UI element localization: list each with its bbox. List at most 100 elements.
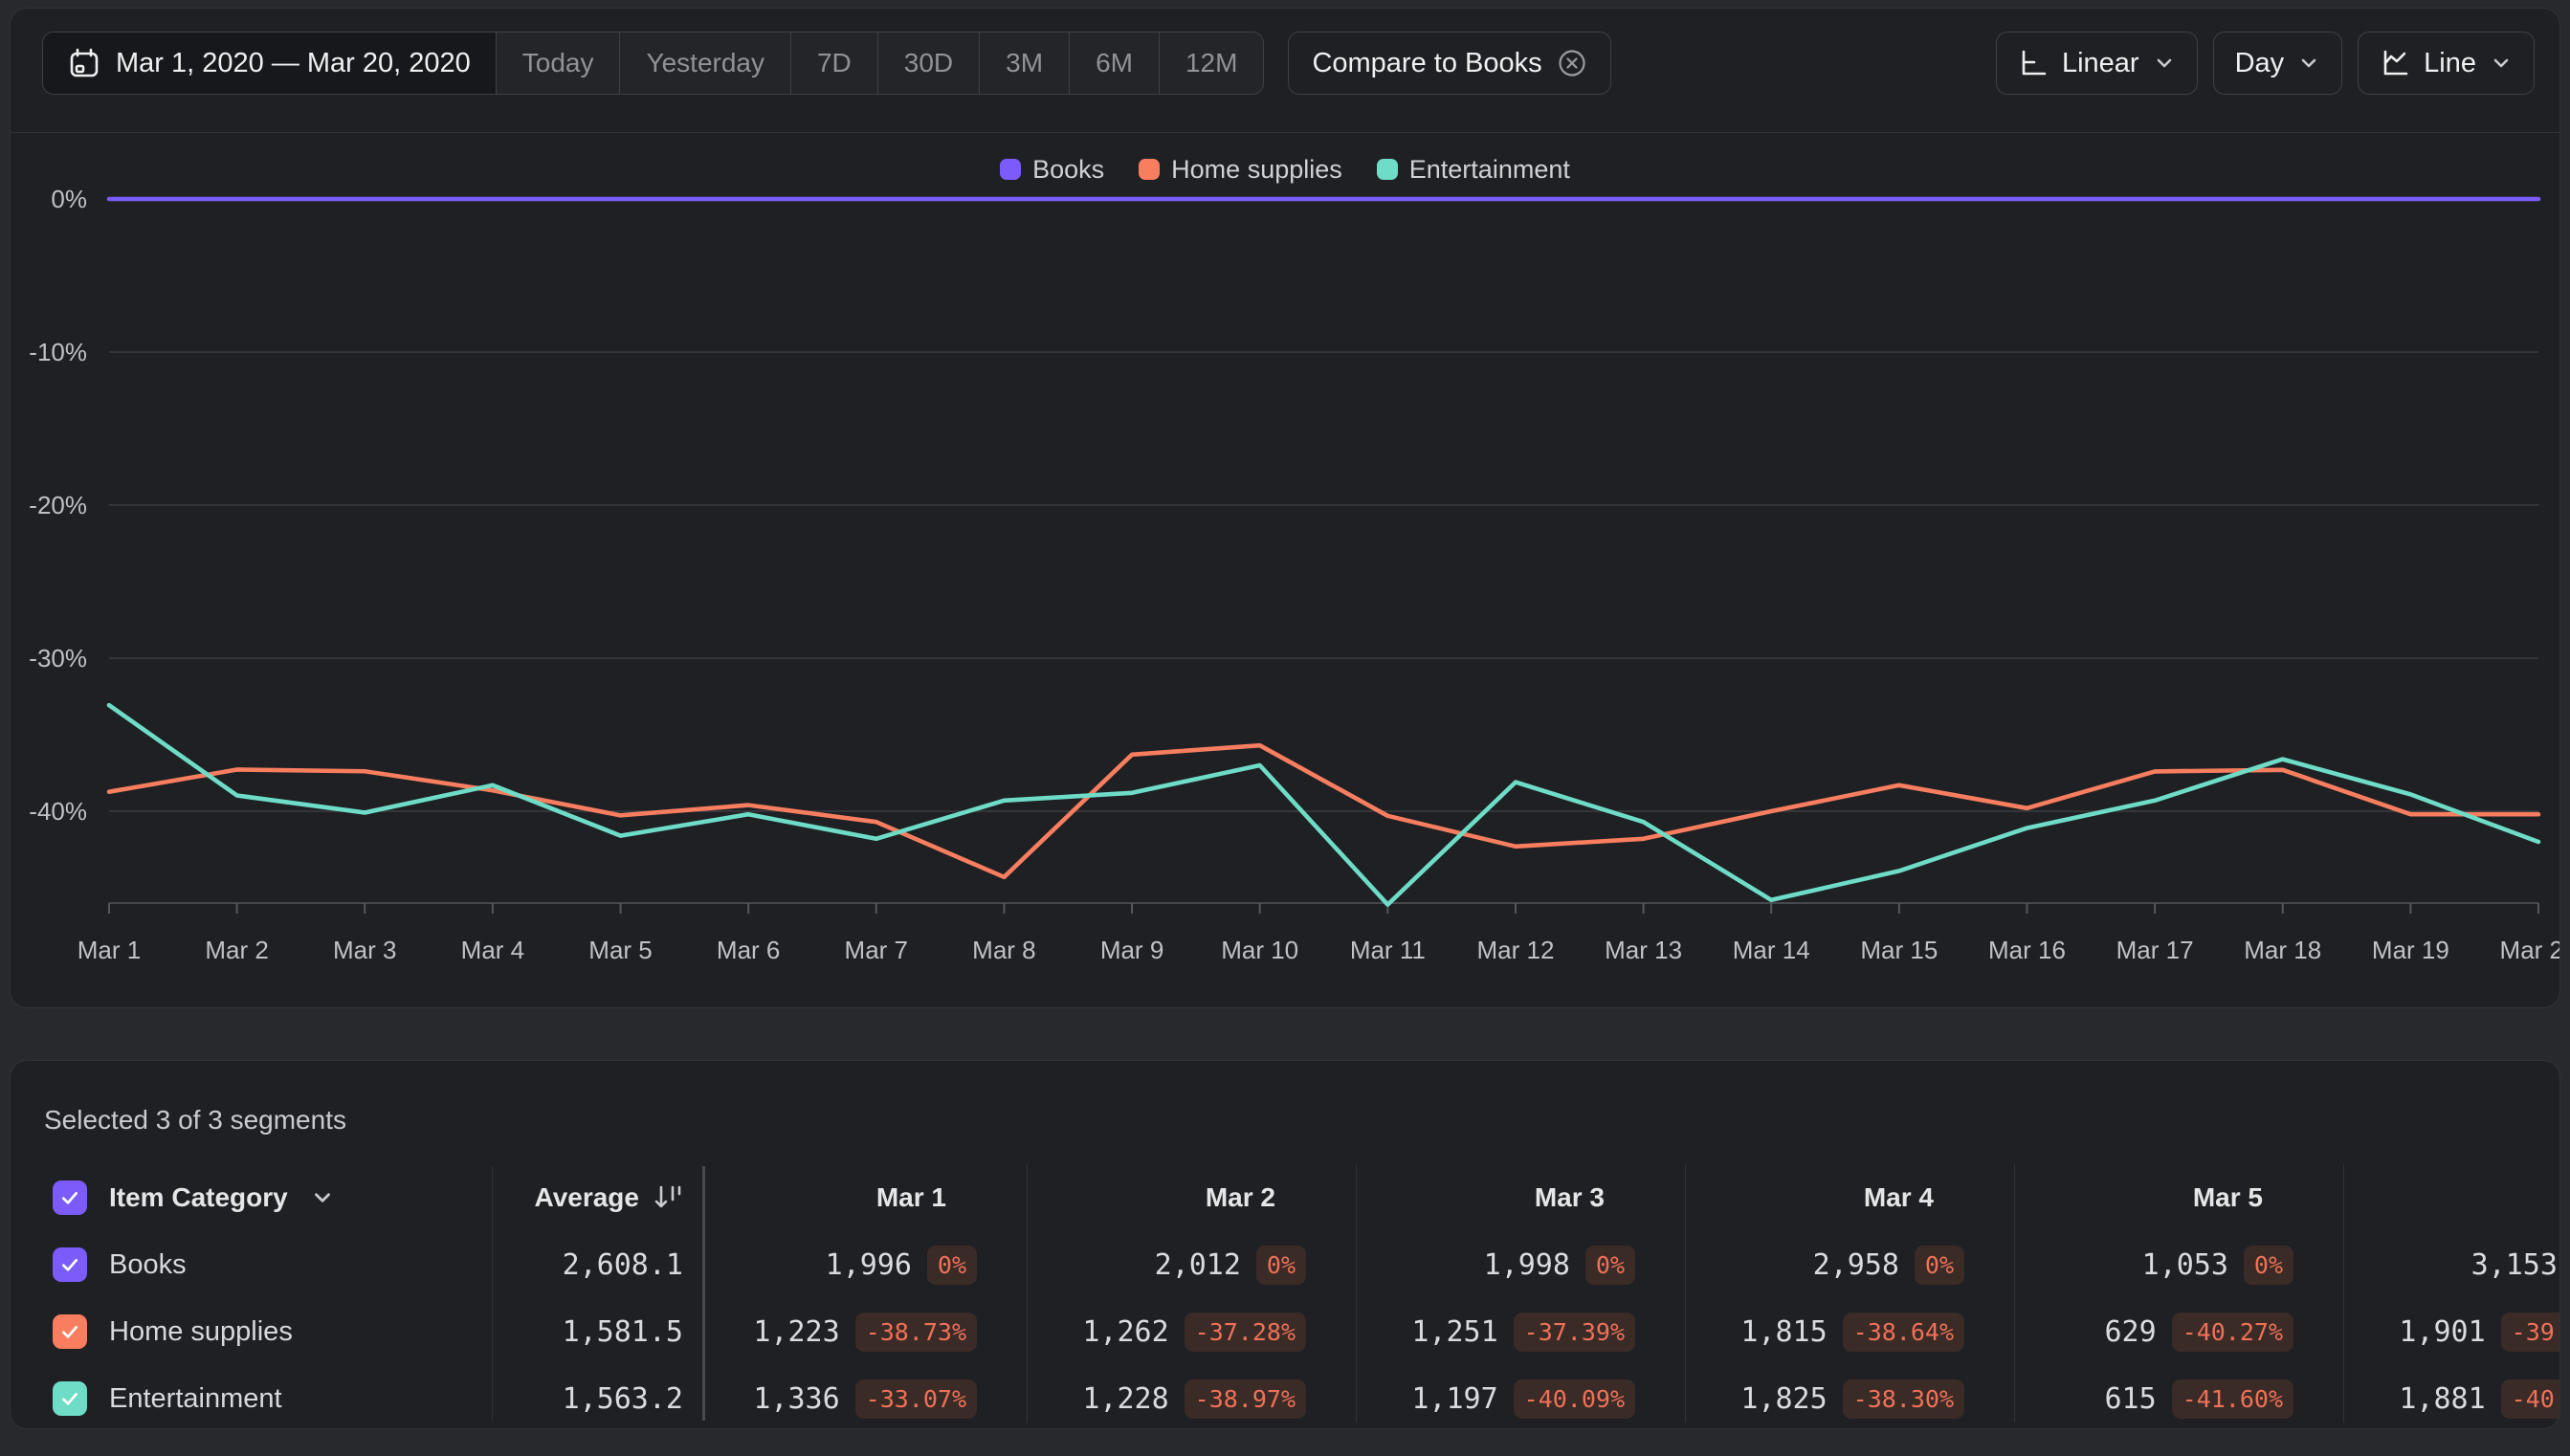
day-value-cell: 1,228 -38.97% (1028, 1365, 1356, 1423)
x-axis-tick-label: Mar 8 (972, 936, 1035, 964)
x-axis-tick-label: Mar 7 (845, 936, 908, 964)
x-axis-tick-label: Mar 19 (2372, 936, 2449, 964)
day-columns-scroll-area[interactable]: Mar 1 1,996 0% 1,223 -38.73% 1,336 -33.07% Mar … (706, 1164, 2559, 1423)
preset-7d[interactable]: 7D (791, 33, 878, 94)
preset-30d[interactable]: 30D (878, 33, 981, 94)
segment-row-entertainment: Entertainment (53, 1365, 454, 1428)
preset-3m[interactable]: 3M (980, 33, 1071, 94)
percent-change-badge: -41.60% (2171, 1379, 2293, 1419)
date-range-label: Mar 1, 2020 — Mar 20, 2020 (116, 47, 471, 78)
granularity-dropdown[interactable]: Day (2212, 32, 2343, 95)
average-header-label: Average (534, 1182, 639, 1212)
day-value: 1,996 (825, 1247, 912, 1282)
granularity-dropdown-label: Day (2234, 47, 2285, 78)
frozen-column-divider (702, 1166, 705, 1421)
average-value: 1,563.2 (562, 1381, 683, 1416)
day-value-cell: 1,262 -37.28% (1028, 1298, 1356, 1365)
day-value: 1,998 (1483, 1247, 1570, 1282)
date-range-button[interactable]: Mar 1, 2020 — Mar 20, 2020 (43, 33, 497, 94)
percent-change-badge: -40.09% (1513, 1379, 1635, 1419)
sort-descending-icon[interactable] (651, 1181, 683, 1214)
day-value-cell: 1,251 -37.39% (1357, 1298, 1685, 1365)
chevron-down-icon (2297, 52, 2320, 75)
percent-change-badge: -37.39% (1513, 1312, 1635, 1352)
preset-today[interactable]: Today (497, 33, 621, 94)
day-value: 1,228 (1082, 1381, 1169, 1416)
day-column-6: 3,1530% 1,901 -39.71% 1,881 -40.34% (2343, 1164, 2559, 1423)
day-value: 1,881 (2399, 1381, 2486, 1416)
day-column-header[interactable]: Mar 5 (2015, 1164, 2343, 1231)
segment-checkbox[interactable] (53, 1247, 87, 1282)
selected-segments-text: Selected 3 of 3 segments (44, 1105, 346, 1135)
select-all-checkbox[interactable] (53, 1180, 87, 1215)
compare-chip[interactable]: Compare to Books (1288, 32, 1611, 95)
y-axis-tick-label: -30% (29, 644, 87, 673)
x-axis-tick-label: Mar 17 (2116, 936, 2194, 964)
y-axis-tick-label: 0% (51, 185, 87, 213)
day-column-header[interactable]: Mar 4 (1686, 1164, 2014, 1231)
percent-change-badge: -40.34% (2500, 1379, 2559, 1419)
day-column-1: Mar 1 1,996 0% 1,223 -38.73% 1,336 -33.07% (706, 1164, 1027, 1423)
preset-6m[interactable]: 6M (1070, 33, 1160, 94)
segment-label: Entertainment (109, 1382, 282, 1414)
day-column-5: Mar 5 1,053 0% 629 -40.27% 615 -41.60% (2014, 1164, 2343, 1423)
average-column: Average 2,608.1 1,581.5 1,563.2 (454, 1164, 683, 1428)
average-value-cell: 1,563.2 (454, 1365, 683, 1428)
day-value: 1,262 (1082, 1314, 1169, 1349)
scale-dropdown[interactable]: Linear (1995, 32, 2198, 95)
day-value: 615 (2104, 1381, 2157, 1416)
segment-checkbox[interactable] (53, 1381, 87, 1416)
day-column-header[interactable]: Mar 3 (1357, 1164, 1685, 1231)
day-value-cell: 1,336 -33.07% (706, 1365, 1027, 1423)
preset-12m[interactable]: 12M (1160, 33, 1263, 94)
x-axis-tick-label: Mar 3 (333, 936, 396, 964)
remove-comparison-icon[interactable] (1557, 48, 1587, 78)
chart-card: Mar 1, 2020 — Mar 20, 2020 Today Yesterda… (10, 8, 2560, 1008)
average-value: 1,581.5 (562, 1314, 683, 1349)
chevron-down-icon (2153, 52, 2176, 75)
chart-type-dropdown[interactable]: Line (2358, 32, 2535, 95)
day-value: 1,901 (2399, 1314, 2486, 1349)
x-axis-tick-label: Mar 14 (1733, 936, 1810, 964)
day-value: 3,153 (2470, 1247, 2558, 1282)
segment-checkbox[interactable] (53, 1314, 87, 1349)
day-value-cell: 1,053 0% (2015, 1231, 2343, 1298)
day-value: 2,958 (1812, 1247, 1899, 1282)
x-axis-tick-label: Mar 12 (1476, 936, 1554, 964)
x-axis-tick-label: Mar 9 (1100, 936, 1163, 964)
day-value-cell: 1,815 -38.64% (1686, 1298, 2014, 1365)
percent-change-badge: 0% (1584, 1245, 1635, 1285)
percent-change-badge: -39.71% (2500, 1312, 2559, 1352)
linear-scale-icon (2018, 48, 2049, 78)
day-value-cell: 1,901 -39.71% (2344, 1298, 2559, 1365)
percent-change-badge: -33.07% (854, 1379, 977, 1419)
day-column-2: Mar 2 2,012 0% 1,262 -37.28% 1,228 -38.97% (1027, 1164, 1356, 1423)
chevron-down-icon[interactable] (310, 1185, 335, 1210)
series-line-entertainment (106, 702, 2541, 907)
x-axis-tick-label: Mar 20 (2500, 936, 2560, 964)
percent-change-badge: -38.73% (854, 1312, 977, 1352)
chart-type-dropdown-label: Line (2424, 47, 2476, 78)
day-value-cell: 1,996 0% (706, 1231, 1027, 1298)
day-value-cell: 1,223 -38.73% (706, 1298, 1027, 1365)
day-value: 1,197 (1411, 1381, 1498, 1416)
day-value: 629 (2104, 1314, 2157, 1349)
day-value-cell: 3,1530% (2344, 1231, 2559, 1298)
percent-change-badge: -40.27% (2171, 1312, 2293, 1352)
day-columns-track: Mar 1 1,996 0% 1,223 -38.73% 1,336 -33.07% Mar … (706, 1164, 2559, 1423)
x-axis-tick-label: Mar 5 (588, 936, 652, 964)
category-header-label[interactable]: Item Category (109, 1182, 288, 1213)
day-value: 1,825 (1740, 1381, 1828, 1416)
day-value: 1,815 (1740, 1314, 1828, 1349)
day-column-header[interactable]: Mar 1 (706, 1164, 1027, 1231)
category-header-row: Item Category (53, 1164, 454, 1231)
day-column-header[interactable] (2344, 1164, 2559, 1231)
trend-chart[interactable]: 0% -10% -20% -30% -40% Mar 1 Mar 2 Mar 3 Mar 4 Ma… (11, 132, 2560, 1008)
percent-change-badge: -38.30% (1842, 1379, 1964, 1419)
segment-row-books: Books (53, 1231, 454, 1298)
preset-yesterday[interactable]: Yesterday (620, 33, 791, 94)
day-column-header[interactable]: Mar 2 (1028, 1164, 1356, 1231)
scale-dropdown-label: Linear (2061, 47, 2139, 78)
preset-group: Today Yesterday 7D 30D 3M 6M 12M (497, 33, 1264, 94)
line-chart-icon (2380, 48, 2410, 78)
